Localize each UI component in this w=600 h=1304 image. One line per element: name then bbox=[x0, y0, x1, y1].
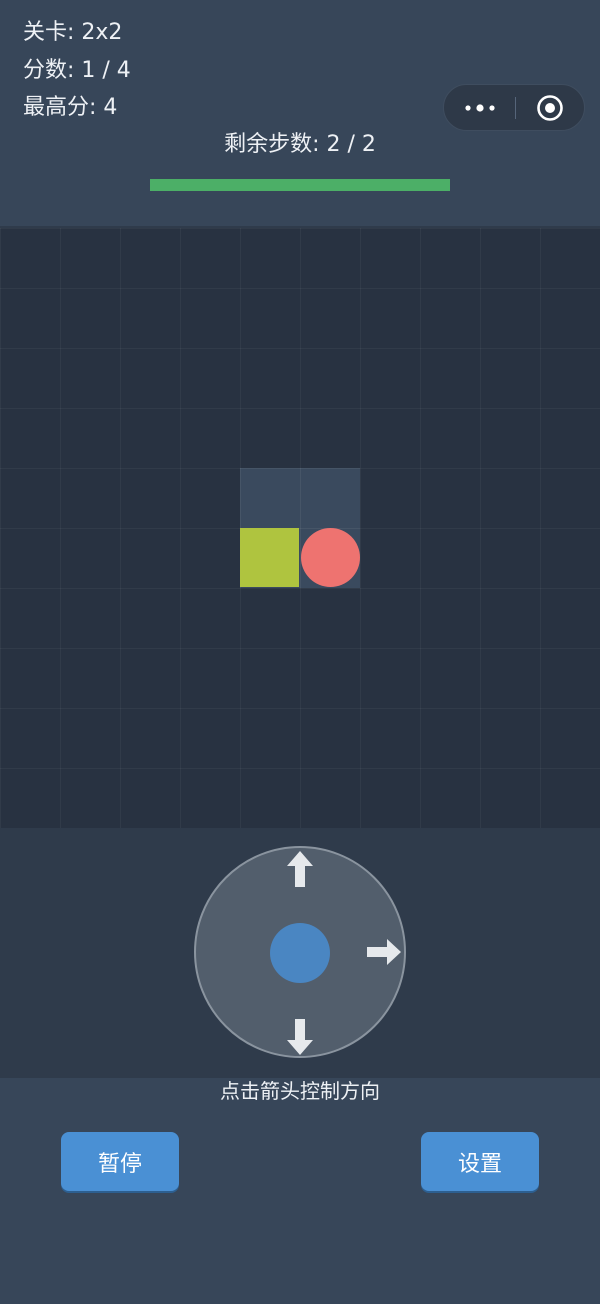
arrow-right-icon[interactable] bbox=[366, 938, 402, 966]
pause-button[interactable]: 暂停 bbox=[61, 1132, 179, 1191]
remaining-steps-label: 剩余步数: 2 / 2 bbox=[224, 132, 376, 157]
snake-head bbox=[240, 528, 299, 587]
arrow-down-icon[interactable] bbox=[286, 1018, 314, 1056]
game-screen: 关卡: 2x2 分数: 1 / 4 最高分: 4 剩余步数: 2 / 2 点击箭… bbox=[0, 0, 600, 1304]
best-score-label: 最高分: 4 bbox=[23, 95, 118, 120]
food-item bbox=[301, 528, 360, 587]
level-label: 关卡: 2x2 bbox=[23, 20, 123, 45]
settings-button[interactable]: 设置 bbox=[421, 1132, 539, 1191]
arrow-up-icon[interactable] bbox=[286, 850, 314, 888]
close-miniprogram-button[interactable] bbox=[516, 85, 584, 130]
steps-progress-fill bbox=[150, 179, 450, 191]
control-hint: 点击箭头控制方向 bbox=[220, 1079, 380, 1103]
status-header: 关卡: 2x2 分数: 1 / 4 最高分: 4 剩余步数: 2 / 2 bbox=[0, 0, 600, 226]
steps-progress-bar bbox=[150, 179, 450, 191]
more-menu-button[interactable] bbox=[444, 85, 516, 130]
direction-pad-center[interactable] bbox=[270, 923, 330, 983]
game-board bbox=[0, 228, 600, 828]
footer-bar bbox=[0, 1078, 600, 1304]
more-dots-icon bbox=[465, 103, 495, 112]
score-label: 分数: 1 / 4 bbox=[23, 58, 131, 83]
miniprogram-capsule bbox=[443, 84, 585, 131]
target-circle-icon bbox=[537, 94, 563, 121]
